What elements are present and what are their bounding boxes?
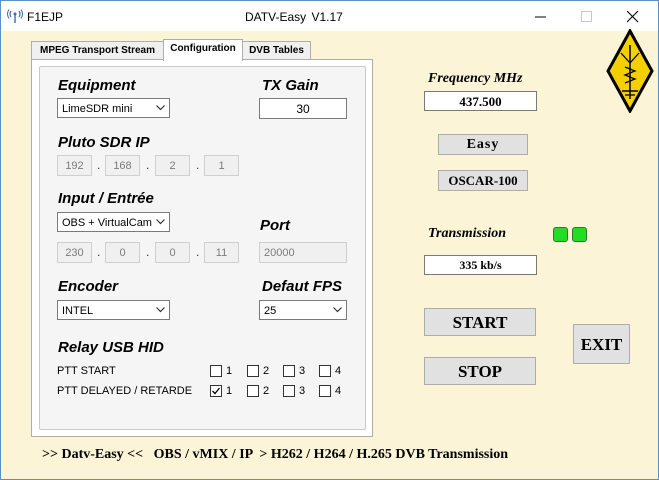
minimize-button[interactable] xyxy=(518,1,564,31)
ip-dot: . xyxy=(97,245,101,259)
equipment-select[interactable]: LimeSDR mini xyxy=(57,98,170,118)
input-ip-octet-1[interactable]: 230 xyxy=(57,242,92,263)
ptt-start-label: PTT START xyxy=(57,365,116,377)
ptt-start-relay-1-checkbox[interactable] xyxy=(210,365,222,377)
amateur-radio-logo xyxy=(606,29,654,113)
ip-dot: . xyxy=(146,158,150,172)
input-ip-octet-2[interactable]: 0 xyxy=(105,242,140,263)
equipment-label: Equipment xyxy=(58,77,136,94)
ptt-start-relay-2-checkbox[interactable] xyxy=(247,365,259,377)
start-button[interactable]: START xyxy=(424,308,536,336)
encoder-select[interactable]: INTEL xyxy=(57,300,170,320)
pluto-sdr-ip-label: Pluto SDR IP xyxy=(58,134,150,151)
relay-usb-hid-label: Relay USB HID xyxy=(58,339,164,356)
ip-dot: . xyxy=(97,158,101,172)
check-icon xyxy=(212,387,221,395)
relay-number: 2 xyxy=(263,385,270,397)
default-fps-label: Defaut FPS xyxy=(262,278,343,295)
ip-dot: . xyxy=(196,158,200,172)
easy-mode-button[interactable]: Easy xyxy=(438,134,528,155)
oscar-100-button[interactable]: OSCAR-100 xyxy=(438,170,528,191)
ptt-start-relay-4-checkbox[interactable] xyxy=(319,365,331,377)
port-input[interactable]: 20000 xyxy=(259,242,347,263)
tab-control: MPEG Transport Stream Configuration DVB … xyxy=(28,39,373,437)
relay-number: 3 xyxy=(299,365,306,377)
ptt-start-relay-3-checkbox[interactable] xyxy=(283,365,295,377)
relay-number: 4 xyxy=(335,365,342,377)
fps-value: 25 xyxy=(264,305,277,317)
pluto-ip-octet-2[interactable]: 168 xyxy=(105,155,140,176)
close-button[interactable] xyxy=(610,1,656,31)
chevron-down-icon xyxy=(333,307,342,313)
antenna-icon xyxy=(7,9,23,23)
bitrate-display: 335 kb/s xyxy=(424,255,537,275)
encoder-value: INTEL xyxy=(62,305,94,317)
title-bar: F1EJP DATV-Easy V1.17 xyxy=(1,1,658,31)
port-label: Port xyxy=(260,217,290,234)
input-select[interactable]: OBS + VirtualCam xyxy=(57,212,170,232)
relay-number: 2 xyxy=(263,365,270,377)
ip-dot: . xyxy=(146,245,150,259)
ptt-delayed-relay-1-checkbox[interactable] xyxy=(210,385,222,397)
ptt-delayed-relay-2-checkbox[interactable] xyxy=(247,385,259,397)
input-value: OBS + VirtualCam xyxy=(62,217,152,229)
tab-dvb-tables[interactable]: DVB Tables xyxy=(242,41,311,61)
pluto-ip-octet-1[interactable]: 192 xyxy=(57,155,92,176)
relay-number: 3 xyxy=(299,385,306,397)
transmission-label: Transmission xyxy=(428,226,507,241)
pluto-ip-octet-3[interactable]: 2 xyxy=(155,155,190,176)
maximize-icon xyxy=(581,11,592,22)
equipment-value: LimeSDR mini xyxy=(62,103,133,115)
ptt-delayed-relay-3-checkbox[interactable] xyxy=(283,385,295,397)
encoder-label: Encoder xyxy=(58,278,119,295)
frequency-label: Frequency MHz xyxy=(428,71,523,86)
status-led-2 xyxy=(572,227,587,242)
chevron-down-icon xyxy=(156,105,165,111)
main-window: F1EJP DATV-Easy V1.17 MPEG Transport Str… xyxy=(0,0,659,480)
input-label: Input / Entrée xyxy=(58,190,154,207)
maximize-button[interactable] xyxy=(564,1,610,31)
tx-gain-input[interactable]: 30 xyxy=(259,98,347,119)
input-ip-octet-4[interactable]: 11 xyxy=(204,242,239,263)
window-title: DATV-Easy V1.17 xyxy=(245,10,343,24)
configuration-group: Equipment LimeSDR mini TX Gain 30 Pluto … xyxy=(39,66,366,430)
frequency-input[interactable]: 437.500 xyxy=(424,91,537,111)
fps-select[interactable]: 25 xyxy=(259,300,347,320)
input-ip-octet-3[interactable]: 0 xyxy=(155,242,190,263)
configuration-panel: Equipment LimeSDR mini TX Gain 30 Pluto … xyxy=(31,59,373,437)
ip-dot: . xyxy=(196,245,200,259)
tx-gain-label: TX Gain xyxy=(262,77,319,94)
chevron-down-icon xyxy=(156,307,165,313)
tab-mpeg-transport-stream[interactable]: MPEG Transport Stream xyxy=(31,41,164,61)
tab-configuration[interactable]: Configuration xyxy=(163,39,243,61)
callsign-label: F1EJP xyxy=(27,10,64,24)
stop-button[interactable]: STOP xyxy=(424,357,536,385)
status-led-1 xyxy=(553,227,568,242)
ptt-delayed-relay-4-checkbox[interactable] xyxy=(319,385,331,397)
close-icon xyxy=(627,11,639,23)
relay-number: 1 xyxy=(226,365,233,377)
footer-banner: >> Datv-Easy << OBS / vMIX / IP > H262 /… xyxy=(42,447,509,462)
exit-button[interactable]: EXIT xyxy=(573,324,630,364)
minimize-icon xyxy=(535,16,546,18)
relay-number: 1 xyxy=(226,385,233,397)
relay-number: 4 xyxy=(335,385,342,397)
ptt-delayed-label: PTT DELAYED / RETARDE xyxy=(57,385,193,397)
chevron-down-icon xyxy=(156,219,165,225)
pluto-ip-octet-4[interactable]: 1 xyxy=(204,155,239,176)
